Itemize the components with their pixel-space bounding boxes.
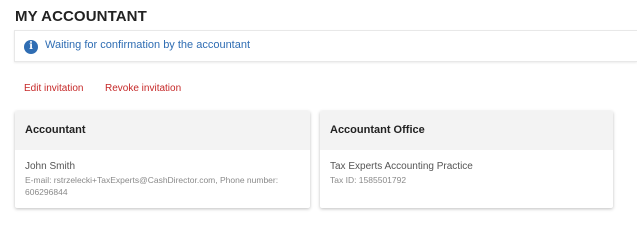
card-body: John Smith E-mail: rstrzelecki+TaxExpert… — [15, 150, 310, 198]
accountant-contact: E-mail: rstrzelecki+TaxExperts@CashDirec… — [25, 175, 279, 197]
edit-invitation-link[interactable]: Edit invitation — [24, 83, 83, 94]
office-tax-id: Tax ID: 1585501792 — [330, 175, 407, 185]
page-title: MY ACCOUNTANT — [15, 8, 147, 25]
card-title: Accountant Office — [330, 124, 425, 136]
accountant-card: Accountant John Smith E-mail: rstrzeleck… — [15, 111, 310, 208]
card-header: Accountant — [15, 111, 310, 150]
revoke-invitation-link[interactable]: Revoke invitation — [105, 83, 181, 94]
card-body: Tax Experts Accounting Practice Tax ID: … — [320, 150, 613, 186]
my-accountant-page: MY ACCOUNTANT i Waiting for confirmation… — [0, 0, 637, 243]
office-name: Tax Experts Accounting Practice — [330, 161, 473, 172]
card-title: Accountant — [25, 124, 86, 136]
accountant-name: John Smith — [25, 161, 76, 172]
card-header: Accountant Office — [320, 111, 613, 150]
notice-text: Waiting for confirmation by the accounta… — [45, 39, 251, 51]
info-icon: i — [24, 40, 38, 54]
confirmation-notice: i Waiting for confirmation by the accoun… — [14, 30, 637, 62]
accountant-office-card: Accountant Office Tax Experts Accounting… — [320, 111, 613, 208]
